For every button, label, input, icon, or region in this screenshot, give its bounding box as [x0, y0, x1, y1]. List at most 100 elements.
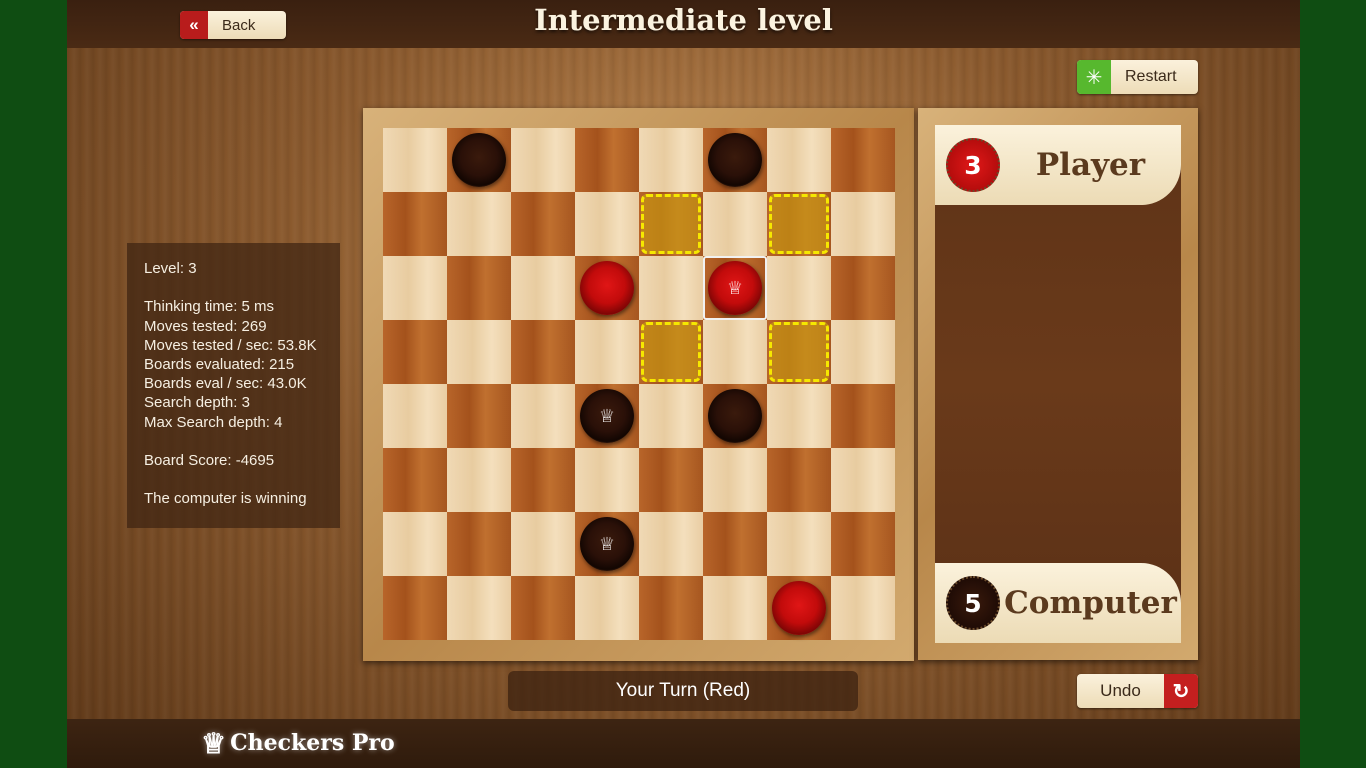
player-name: Player: [1035, 147, 1146, 183]
board-square[interactable]: [383, 256, 447, 320]
board-square[interactable]: [703, 512, 767, 576]
black-piece[interactable]: [452, 133, 506, 187]
board-square[interactable]: [575, 448, 639, 512]
board-square[interactable]: [831, 320, 895, 384]
checkers-board[interactable]: ♕ ♕ ♕: [383, 128, 895, 640]
board-square[interactable]: [575, 192, 639, 256]
board-square[interactable]: [703, 320, 767, 384]
scoreboard: 3 Player 5 Computer: [935, 125, 1181, 643]
board-square[interactable]: ♕: [575, 384, 639, 448]
stat-max-search-depth: Max Search depth: 4: [144, 413, 283, 431]
board-square[interactable]: [639, 128, 703, 192]
black-king-piece[interactable]: ♕: [580, 389, 634, 443]
board-square[interactable]: [383, 448, 447, 512]
board-square[interactable]: [383, 512, 447, 576]
logo-text: Checkers Pro: [230, 730, 395, 756]
king-crown-icon: ♕: [598, 405, 616, 427]
board-square[interactable]: [511, 192, 575, 256]
board-square[interactable]: [511, 448, 575, 512]
black-king-piece[interactable]: ♕: [580, 517, 634, 571]
board-square[interactable]: [447, 192, 511, 256]
board-square[interactable]: ♕: [575, 512, 639, 576]
board-square[interactable]: [767, 192, 831, 256]
board-square[interactable]: [767, 384, 831, 448]
board-square[interactable]: [703, 128, 767, 192]
board-square[interactable]: [447, 448, 511, 512]
board-square[interactable]: [447, 384, 511, 448]
board-square[interactable]: [831, 192, 895, 256]
board-square[interactable]: [767, 576, 831, 640]
board-square[interactable]: ♕: [703, 256, 767, 320]
crown-icon: ♕: [201, 726, 227, 760]
board-square[interactable]: [767, 128, 831, 192]
board-square[interactable]: [383, 192, 447, 256]
board-square[interactable]: [767, 256, 831, 320]
board-square[interactable]: [447, 576, 511, 640]
board-square[interactable]: [703, 448, 767, 512]
board-square[interactable]: [831, 512, 895, 576]
board-square[interactable]: [447, 512, 511, 576]
board-square[interactable]: [767, 320, 831, 384]
board-square[interactable]: [575, 576, 639, 640]
board-square[interactable]: [511, 128, 575, 192]
board-square[interactable]: [575, 320, 639, 384]
board-square[interactable]: [447, 320, 511, 384]
board-square[interactable]: [511, 256, 575, 320]
red-piece[interactable]: [580, 261, 634, 315]
king-crown-icon: ♕: [598, 533, 616, 555]
board-square[interactable]: [511, 320, 575, 384]
board-square[interactable]: [831, 448, 895, 512]
board-square[interactable]: [831, 128, 895, 192]
stat-level: Level: 3: [144, 260, 197, 277]
stat-thinking-time: Thinking time: 5 ms: [144, 298, 275, 316]
board-square[interactable]: [447, 256, 511, 320]
game-screen: « Back Intermediate level ✳ Restart Leve…: [67, 0, 1300, 768]
selected-square-outline: [703, 256, 767, 320]
computer-score-card: 5 Computer: [935, 563, 1181, 643]
computer-piece-count: 5: [946, 576, 1000, 630]
move-target-highlight[interactable]: [769, 194, 829, 254]
board-square[interactable]: [639, 512, 703, 576]
board-square[interactable]: [767, 448, 831, 512]
move-target-highlight[interactable]: [641, 322, 701, 382]
board-square[interactable]: [383, 384, 447, 448]
board-square[interactable]: [639, 320, 703, 384]
restart-label: Restart: [1125, 68, 1177, 85]
board-square[interactable]: [511, 512, 575, 576]
board-square[interactable]: [831, 576, 895, 640]
board-frame: ♕ ♕ ♕: [363, 108, 914, 661]
undo-button[interactable]: Undo ↻: [1077, 674, 1198, 708]
move-target-highlight[interactable]: [641, 194, 701, 254]
board-square[interactable]: [639, 256, 703, 320]
stat-verdict: The computer is winning: [144, 490, 307, 508]
move-target-highlight[interactable]: [769, 322, 829, 382]
board-square[interactable]: [447, 128, 511, 192]
board-square[interactable]: [511, 576, 575, 640]
page-title: Intermediate level: [534, 3, 833, 37]
board-square[interactable]: [703, 192, 767, 256]
scoreboard-frame: 3 Player 5 Computer: [918, 108, 1198, 660]
board-square[interactable]: [703, 384, 767, 448]
board-square[interactable]: [639, 384, 703, 448]
stat-search-depth: Search depth: 3: [144, 394, 250, 412]
loading-spinner-icon: ✳: [1077, 60, 1111, 94]
black-piece[interactable]: [708, 389, 762, 443]
board-square[interactable]: [383, 128, 447, 192]
board-square[interactable]: [575, 256, 639, 320]
board-square[interactable]: [639, 448, 703, 512]
board-square[interactable]: [767, 512, 831, 576]
board-square[interactable]: [639, 192, 703, 256]
board-square[interactable]: [383, 320, 447, 384]
stat-moves-per-sec: Moves tested / sec: 53.8K: [144, 336, 317, 354]
red-piece[interactable]: [772, 581, 826, 635]
board-square[interactable]: [831, 384, 895, 448]
board-square[interactable]: [703, 576, 767, 640]
black-piece[interactable]: [708, 133, 762, 187]
restart-button[interactable]: ✳ Restart: [1077, 60, 1198, 94]
board-square[interactable]: [639, 576, 703, 640]
board-square[interactable]: [831, 256, 895, 320]
board-square[interactable]: [383, 576, 447, 640]
board-square[interactable]: [511, 384, 575, 448]
stat-boards-evaluated: Boards evaluated: 215: [144, 356, 295, 373]
board-square[interactable]: [575, 128, 639, 192]
